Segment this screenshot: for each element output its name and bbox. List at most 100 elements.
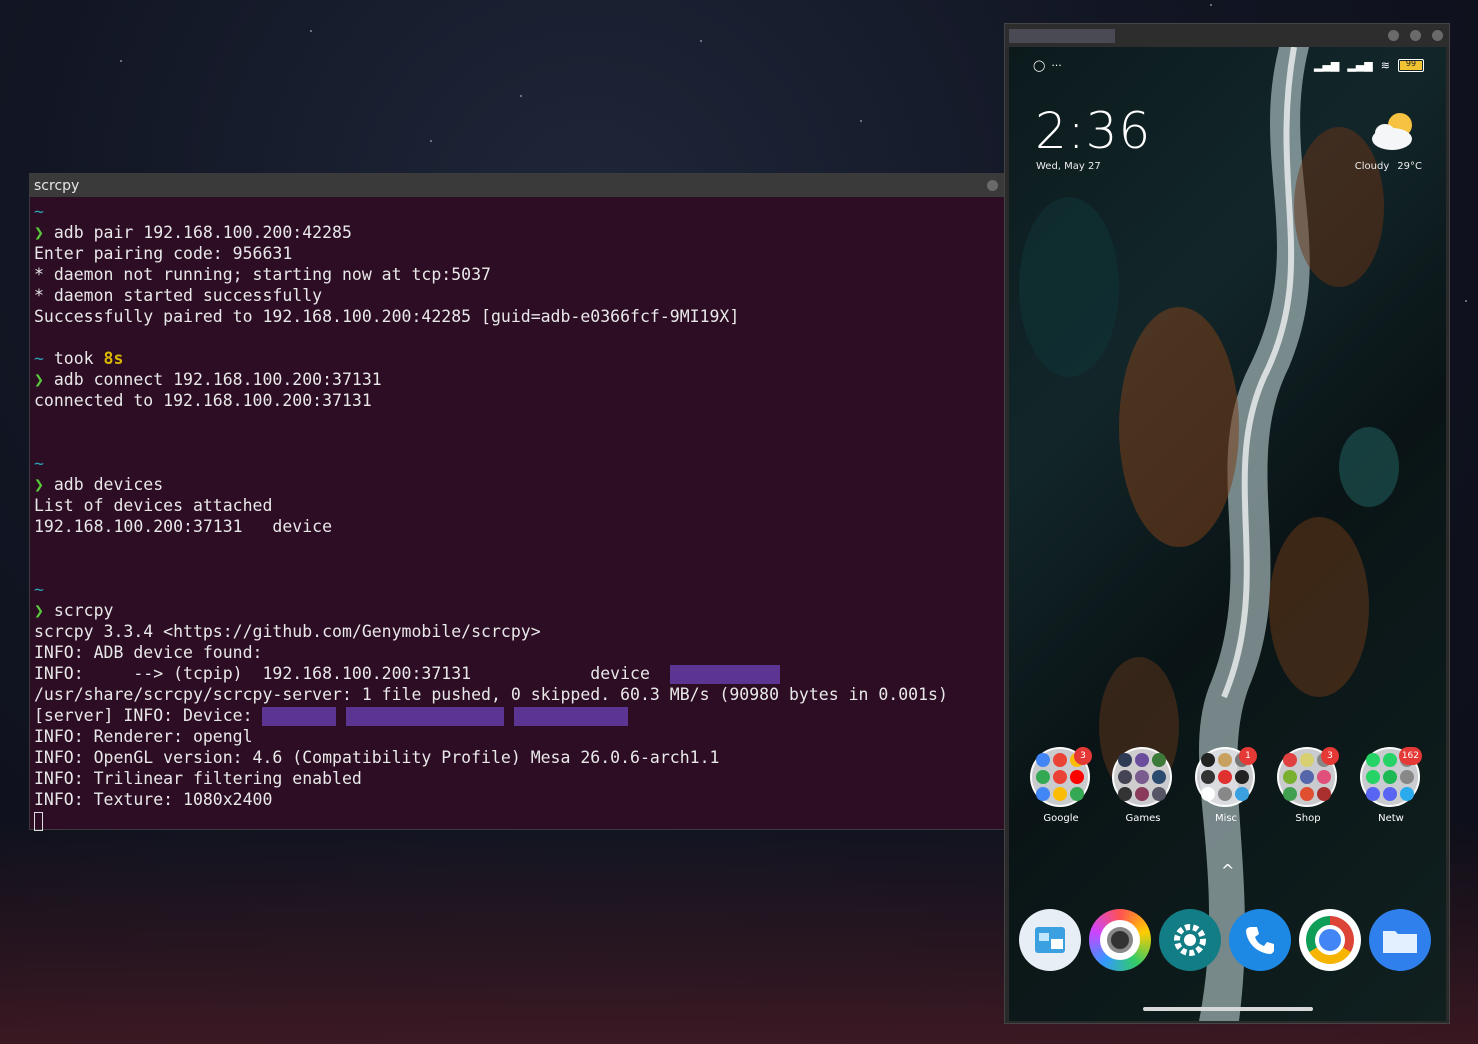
more-icon: ··· bbox=[1051, 59, 1062, 72]
status-bar: ◯ ··· ▂▄▆ ▂▄▆ ≋ 99 bbox=[1009, 57, 1446, 77]
folder-misc[interactable]: 1 Misc bbox=[1195, 747, 1257, 824]
star bbox=[310, 30, 312, 32]
battery-level: 99 bbox=[1405, 59, 1417, 68]
phone-titlebar[interactable] bbox=[1005, 24, 1449, 47]
folder-icon: 1 bbox=[1195, 747, 1257, 807]
app-mini-icon bbox=[1201, 770, 1215, 784]
prompt-tilde: ~ bbox=[34, 580, 44, 599]
settings-icon[interactable] bbox=[1159, 909, 1221, 971]
app-mini-icon bbox=[1383, 753, 1397, 767]
terminal-line: * daemon not running; starting now at tc… bbox=[34, 264, 1000, 285]
terminal-line: INFO: OpenGL version: 4.6 (Compatibility… bbox=[34, 747, 1000, 768]
redacted-text bbox=[262, 707, 337, 726]
folder-google[interactable]: 3 Google bbox=[1030, 747, 1092, 824]
app-mini-icon bbox=[1118, 787, 1132, 801]
terminal-line: ❯ scrcpy bbox=[34, 600, 1000, 621]
app-mini-icon bbox=[1053, 787, 1067, 801]
folder-shop[interactable]: 3 Shop bbox=[1277, 747, 1339, 824]
app-mini-icon bbox=[1218, 753, 1232, 767]
terminal-line: INFO: Texture: 1080x2400 bbox=[34, 789, 1000, 810]
app-mini-icon bbox=[1383, 770, 1397, 784]
folder-netw[interactable]: 162 Netw bbox=[1360, 747, 1422, 824]
prompt-tilde: ~ bbox=[34, 454, 44, 473]
redacted-text bbox=[346, 707, 505, 726]
output-text: [server] INFO: Device: bbox=[34, 706, 263, 725]
app-mini-icon bbox=[1036, 753, 1050, 767]
files-icon[interactable] bbox=[1369, 909, 1431, 971]
redacted-window-title bbox=[1009, 28, 1115, 43]
weather-widget[interactable]: Cloudy 29°C bbox=[1355, 161, 1422, 172]
text-cursor[interactable] bbox=[34, 812, 43, 831]
star bbox=[1465, 300, 1467, 302]
chrome-icon[interactable] bbox=[1299, 909, 1361, 971]
app-mini-icon bbox=[1135, 753, 1149, 767]
star bbox=[1210, 4, 1212, 6]
whatsapp-icon: ◯ bbox=[1033, 59, 1046, 72]
app-mini-icon bbox=[1400, 770, 1414, 784]
app-mini-icon bbox=[1152, 770, 1166, 784]
app-mini-icon bbox=[1283, 753, 1297, 767]
folder-icon bbox=[1112, 747, 1172, 807]
signal-icon: ▂▄▆ bbox=[1314, 59, 1340, 72]
terminal-line: 192.168.100.200:37131 device bbox=[34, 516, 1000, 537]
app-mini-icon bbox=[1235, 770, 1249, 784]
app-mini-icon bbox=[1053, 753, 1067, 767]
app-mini-icon bbox=[1283, 787, 1297, 801]
output-text: INFO: OpenGL version: 4.6 (Compatibility… bbox=[34, 748, 720, 767]
battery-icon: 99 bbox=[1398, 59, 1424, 72]
phone-mirror-window[interactable]: ◯ ··· ▂▄▆ ▂▄▆ ≋ 99 2:36 Wed, May 27 Clou… bbox=[1004, 23, 1450, 1024]
phone-screen[interactable]: ◯ ··· ▂▄▆ ▂▄▆ ≋ 99 2:36 Wed, May 27 Clou… bbox=[1009, 47, 1446, 1021]
star bbox=[520, 95, 522, 97]
app-mini-icon bbox=[1317, 770, 1331, 784]
folder-games[interactable]: Games bbox=[1112, 747, 1174, 824]
system-icons: ▂▄▆ ▂▄▆ ≋ 99 bbox=[1314, 59, 1424, 72]
terminal-line: * daemon started successfully bbox=[34, 285, 1000, 306]
clock-widget[interactable]: 2:36 bbox=[1035, 102, 1151, 160]
terminal-titlebar[interactable]: scrcpy bbox=[30, 174, 1004, 197]
terminal-line: ❯ adb pair 192.168.100.200:42285 bbox=[34, 222, 1000, 243]
terminal-line: Enter pairing code: 956631 bbox=[34, 243, 1000, 264]
terminal-window[interactable]: scrcpy ~ ❯ adb pair 192.168.100.200:42285… bbox=[29, 173, 1005, 831]
terminal-line: ~ bbox=[34, 579, 1000, 600]
app-mini-icon bbox=[1053, 770, 1067, 784]
prompt-arrow-icon: ❯ bbox=[34, 475, 44, 494]
app-mini-icon bbox=[1070, 770, 1084, 784]
terminal-line: Successfully paired to 192.168.100.200:4… bbox=[34, 306, 1000, 327]
output-text: scrcpy 3.3.4 <https://github.com/Genymob… bbox=[34, 622, 541, 641]
folder-icon: 162 bbox=[1360, 747, 1422, 807]
home-gesture-bar[interactable] bbox=[1143, 1007, 1313, 1011]
phone-icon[interactable] bbox=[1229, 909, 1291, 971]
camera-icon[interactable] bbox=[1089, 909, 1151, 971]
folder-icon: 3 bbox=[1030, 747, 1092, 807]
wifi-icon: ≋ bbox=[1380, 59, 1390, 72]
terminal-line: INFO: ADB device found: bbox=[34, 642, 1000, 663]
close-button[interactable] bbox=[987, 180, 998, 191]
partly-cloudy-icon[interactable] bbox=[1368, 109, 1420, 155]
maximize-button[interactable] bbox=[1409, 30, 1421, 41]
notification-badge: 162 bbox=[1398, 747, 1422, 765]
folder-label: Misc bbox=[1214, 813, 1238, 824]
terminal-line: ~ took 8s bbox=[34, 348, 1000, 369]
app-mini-icon bbox=[1218, 770, 1232, 784]
output-text: * daemon not running; starting now at tc… bbox=[34, 265, 491, 284]
app-mini-icon bbox=[1366, 770, 1380, 784]
app-mini-icon bbox=[1070, 787, 1084, 801]
folder-label: Games bbox=[1125, 813, 1161, 824]
command-text: adb pair 192.168.100.200:42285 bbox=[43, 223, 352, 242]
close-button[interactable] bbox=[1432, 30, 1443, 41]
output-text: INFO: Trilinear filtering enabled bbox=[34, 769, 362, 788]
prompt-arrow-icon: ❯ bbox=[34, 223, 44, 242]
output-text: INFO: ADB device found: bbox=[34, 643, 263, 662]
terminal-output[interactable]: ~ ❯ adb pair 192.168.100.200:42285 Enter p… bbox=[30, 197, 1004, 831]
minimize-button[interactable] bbox=[1387, 30, 1399, 41]
gallery-icon[interactable] bbox=[1019, 909, 1081, 971]
notification-badge: 3 bbox=[1074, 747, 1092, 765]
notification-icons: ◯ ··· bbox=[1033, 59, 1062, 72]
app-mini-icon bbox=[1135, 787, 1149, 801]
weather-condition: Cloudy bbox=[1354, 161, 1390, 172]
output-text: INFO: --> (tcpip) 192.168.100.200:37131 … bbox=[34, 664, 670, 683]
chevron-up-icon[interactable]: ^ bbox=[1221, 861, 1234, 880]
